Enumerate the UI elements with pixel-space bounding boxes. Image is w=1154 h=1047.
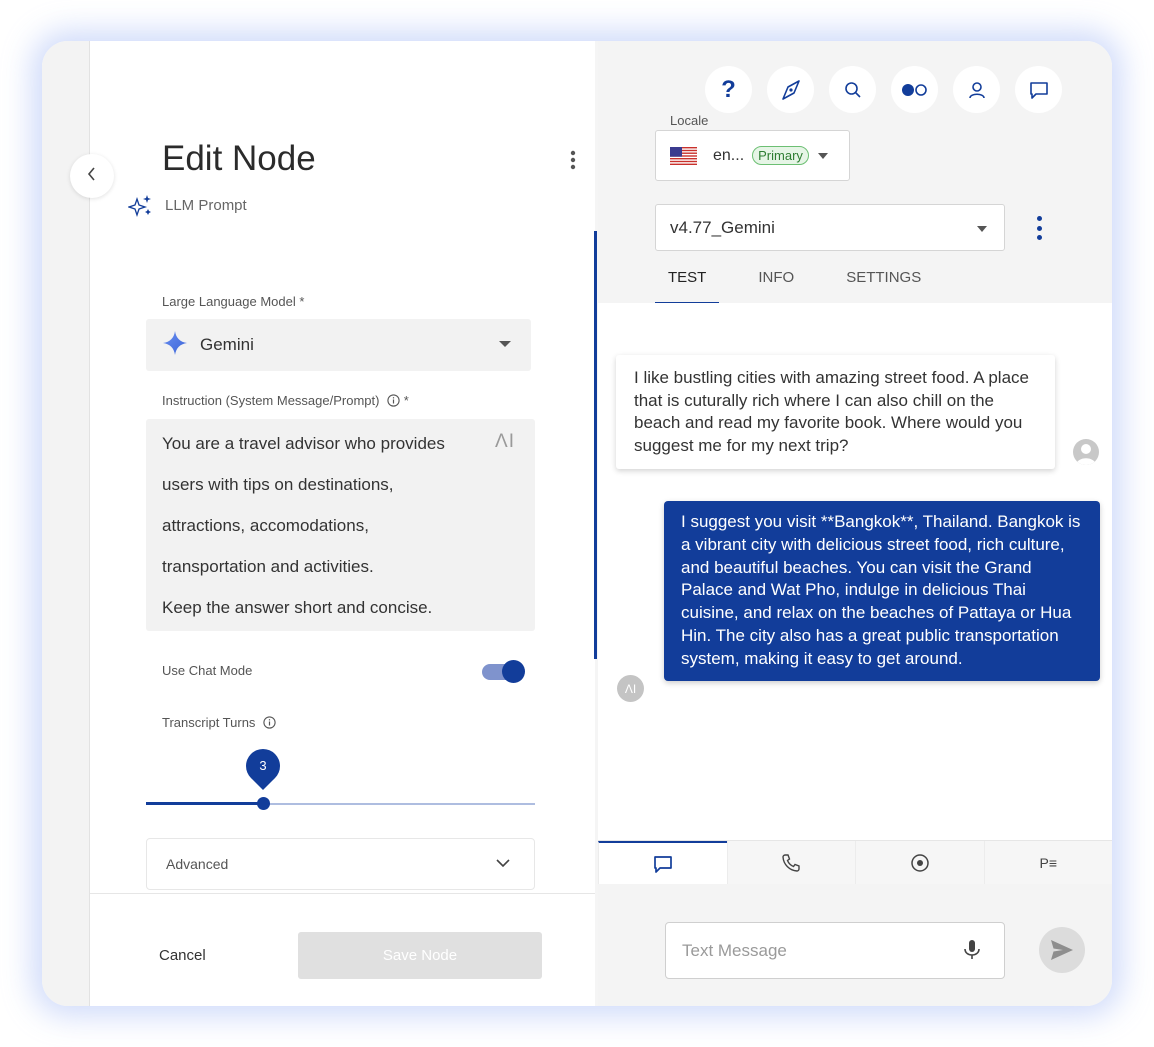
us-flag-icon [670, 146, 697, 165]
instruction-line: transportation and activities. [162, 557, 374, 576]
cancel-button[interactable]: Cancel [159, 947, 206, 964]
caret-down-icon [817, 152, 828, 159]
top-toolbar: ? [705, 66, 1062, 113]
test-panel: ? Locale en... Primary v4.77_Gemini TEST… [598, 41, 1112, 1006]
locale-label: Locale [670, 113, 709, 128]
search-icon [844, 81, 861, 98]
advanced-accordion[interactable]: Advanced [146, 838, 535, 890]
toggle-knob [502, 660, 525, 683]
microphone-icon[interactable] [963, 939, 981, 966]
locale-value: en... [713, 146, 745, 164]
page-title: Edit Node [162, 139, 316, 178]
chevron-down-icon [496, 855, 510, 871]
bot-message: I suggest you visit **Bangkok**, Thailan… [664, 501, 1100, 681]
instruction-line: You are a travel advisor who provides [162, 434, 445, 453]
tab-info[interactable]: INFO [745, 261, 807, 305]
edit-node-panel: Edit Node LLM Prompt Large Language Mode… [90, 41, 595, 1006]
gemini-star-icon [162, 330, 188, 361]
search-button[interactable] [829, 66, 876, 113]
view-toggle-button[interactable] [891, 66, 938, 113]
llm-select[interactable]: Gemini [146, 319, 531, 371]
chevron-left-icon [87, 166, 97, 186]
user-avatar-icon [1076, 444, 1096, 465]
ai-assist-icon[interactable]: ΛI [495, 431, 515, 453]
instruction-line: attractions, accomodations, [162, 516, 369, 535]
user-avatar [1073, 439, 1099, 465]
kebab-dot [1036, 225, 1042, 231]
info-icon[interactable] [387, 394, 400, 410]
version-options-button[interactable] [1029, 213, 1049, 243]
transcript-label-text: Transcript Turns [162, 715, 256, 730]
footer-divider [90, 893, 595, 894]
instruction-textarea[interactable]: You are a travel advisor who provides us… [146, 419, 535, 631]
chat-icon [1029, 81, 1048, 99]
tester-tabs: TEST INFO SETTINGS [655, 261, 960, 305]
toggle-view-icon [901, 83, 927, 96]
slider-value-bubble: 3 [238, 741, 288, 791]
message-composer [665, 922, 1005, 979]
user-message: I like bustling cities with amazing stre… [616, 355, 1055, 469]
bot-avatar: ΛI [617, 675, 644, 702]
help-icon: ? [721, 75, 736, 103]
instruction-field-label: Instruction (System Message/Prompt) * [162, 393, 409, 410]
sparkle-icon [126, 193, 154, 224]
version-select[interactable]: v4.77_Gemini [655, 204, 1005, 251]
record-icon [911, 853, 929, 872]
channel-tab-pm[interactable]: P≡ [983, 841, 1112, 884]
locale-select[interactable]: en... Primary [655, 130, 850, 181]
kebab-icon [570, 150, 576, 170]
tab-settings[interactable]: SETTINGS [833, 261, 934, 305]
info-icon[interactable] [263, 716, 276, 732]
slider-fill [146, 802, 263, 805]
compass-icon [781, 79, 800, 100]
kebab-dot [1036, 235, 1042, 240]
version-value: v4.77_Gemini [670, 217, 775, 237]
chat-icon [653, 855, 672, 873]
send-icon [1051, 940, 1073, 960]
chat-transcript[interactable]: I like bustling cities with amazing stre… [598, 303, 1112, 841]
advanced-label: Advanced [166, 856, 229, 872]
more-options-button[interactable] [558, 145, 588, 175]
chat-mode-label: Use Chat Mode [162, 663, 253, 678]
primary-badge: Primary [752, 146, 809, 165]
save-node-button[interactable]: Save Node [298, 932, 542, 979]
slider-value: 3 [259, 758, 267, 773]
instruction-line: Keep the answer short and concise. [162, 598, 433, 617]
chat-button[interactable] [1015, 66, 1062, 113]
required-mark: * [403, 393, 409, 408]
user-icon [968, 81, 985, 98]
tab-test[interactable]: TEST [655, 261, 720, 305]
slider-thumb[interactable] [257, 797, 270, 810]
chat-mode-toggle[interactable] [482, 657, 526, 683]
compass-button[interactable] [767, 66, 814, 113]
transcript-turns-label: Transcript Turns [162, 715, 276, 732]
llm-field-label: Large Language Model * [162, 294, 305, 309]
caret-down-icon [499, 341, 511, 347]
instruction-line: users with tips on destinations, [162, 475, 394, 494]
user-button[interactable] [953, 66, 1000, 113]
channel-tab-phone[interactable] [726, 841, 855, 884]
kebab-dot [1036, 216, 1042, 221]
caret-down-icon [977, 226, 987, 232]
help-button[interactable]: ? [705, 66, 752, 113]
phone-icon [782, 853, 800, 872]
channel-tab-record[interactable] [855, 841, 984, 884]
channel-tab-chat[interactable] [598, 841, 727, 884]
transcript-turns-slider[interactable]: 3 [146, 741, 535, 811]
node-type-label: LLM Prompt [165, 197, 247, 214]
llm-selected-value: Gemini [200, 335, 254, 354]
channel-tabs: P≡ [598, 840, 1112, 884]
text-message-input[interactable] [682, 940, 942, 961]
panel-resize-handle[interactable] [594, 231, 597, 659]
app-frame: Edit Node LLM Prompt Large Language Mode… [42, 41, 1112, 1006]
send-button[interactable] [1039, 927, 1085, 973]
collapse-panel-button[interactable] [70, 154, 114, 198]
instruction-label-text: Instruction (System Message/Prompt) [162, 393, 380, 408]
